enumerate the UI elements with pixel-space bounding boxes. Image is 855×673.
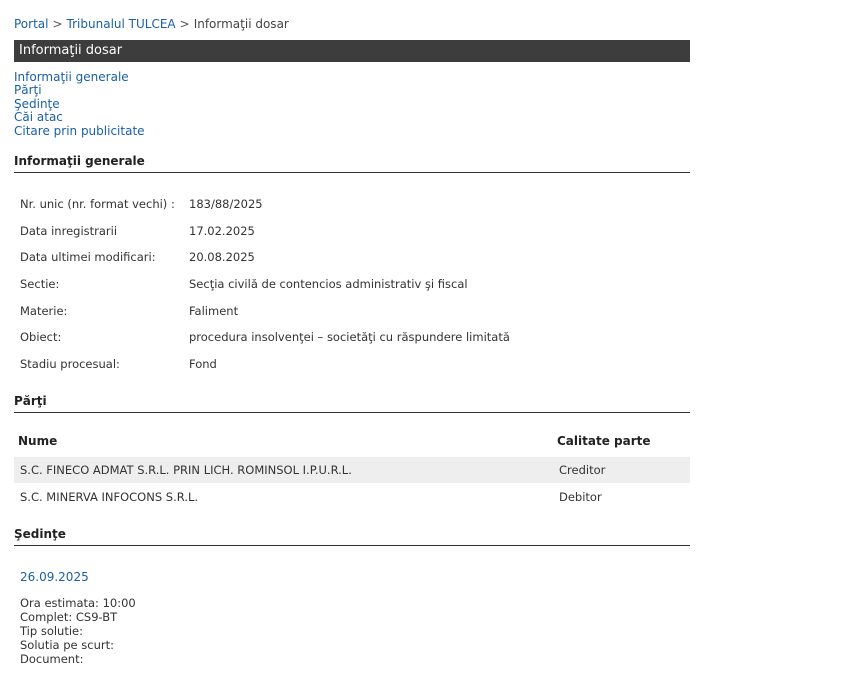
column-header-calitate: Calitate parte [557, 434, 651, 448]
table-row: S.C. FINECO ADMAT S.R.L. PRIN LICH. ROMI… [14, 457, 690, 483]
hearing-detail-ora: Ora estimata: 10:00 [20, 596, 136, 610]
section-heading-informatii-generale: Informaţii generale [14, 154, 690, 173]
info-label: Data inregistrarii [20, 224, 118, 238]
info-label: Materie: [20, 304, 68, 318]
info-value: Secţia civilă de contencios administrati… [189, 277, 468, 291]
info-label: Sectie: [20, 277, 60, 291]
party-role: Debitor [559, 490, 602, 504]
breadcrumb-current: Informaţii dosar [193, 17, 289, 31]
table-of-contents: Informaţii generale Părţi Şedinţe Căi at… [14, 70, 145, 138]
breadcrumb: Portal > Tribunalul TULCEA > Informaţii dosa… [14, 16, 289, 32]
hearing-detail-complet: Complet: CS9-BT [20, 610, 118, 624]
info-value: procedura insolvenţei – societăţi cu răs… [189, 330, 510, 344]
info-value: 183/88/2025 [189, 197, 263, 211]
hearing-date: 26.09.2025 [20, 570, 89, 584]
toc-link-parti[interactable]: Părţi [14, 83, 145, 97]
column-header-nume: Nume [18, 434, 58, 448]
page-title: Informaţii dosar [14, 40, 690, 62]
breadcrumb-separator: > [52, 17, 63, 31]
info-label: Obiect: [20, 330, 62, 344]
hearing-details: Ora estimata: 10:00 Complet: CS9-BT Tip … [20, 596, 136, 666]
party-role: Creditor [559, 463, 606, 477]
info-label: Nr. unic (nr. format vechi) : [20, 197, 175, 211]
toc-link-informatii-generale[interactable]: Informaţii generale [14, 70, 145, 84]
breadcrumb-tribunal-link[interactable]: Tribunalul TULCEA [67, 17, 176, 31]
hearing-detail-solutia: Solutia pe scurt: [20, 638, 114, 652]
toc-link-sedinte[interactable]: Şedinţe [14, 97, 145, 111]
table-row: S.C. MINERVA INFOCONS S.R.L. Debitor [14, 484, 690, 510]
hearing-detail-document: Document: [20, 652, 84, 666]
party-name: S.C. FINECO ADMAT S.R.L. PRIN LICH. ROMI… [20, 463, 352, 477]
info-value: Faliment [189, 304, 239, 318]
breadcrumb-separator: > [179, 17, 190, 31]
toc-link-citare-publicitate[interactable]: Citare prin publicitate [14, 124, 145, 138]
party-name: S.C. MINERVA INFOCONS S.R.L. [20, 490, 199, 504]
info-value: Fond [189, 357, 217, 371]
info-label: Data ultimei modificari: [20, 250, 156, 264]
section-heading-sedinte: Şedinţe [14, 527, 690, 546]
parti-table-header: Nume Calitate parte [14, 434, 690, 450]
section-heading-parti: Părţi [14, 394, 690, 413]
info-value: 17.02.2025 [189, 224, 255, 238]
info-value: 20.08.2025 [189, 250, 255, 264]
info-label: Stadiu procesual: [20, 357, 120, 371]
hearing-detail-tip-solutie: Tip solutie: [20, 624, 83, 638]
breadcrumb-portal-link[interactable]: Portal [14, 17, 48, 31]
toc-link-cai-atac[interactable]: Căi atac [14, 110, 145, 124]
